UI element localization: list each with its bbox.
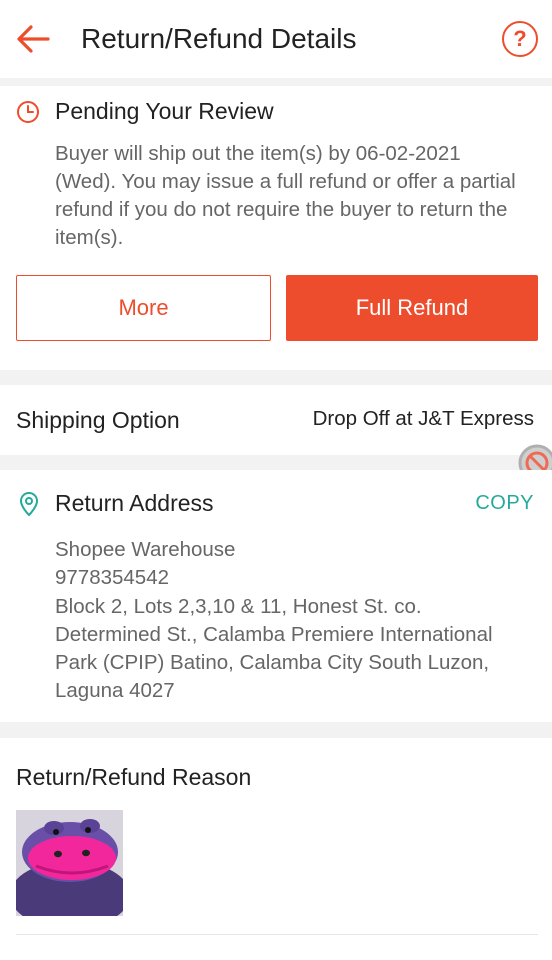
- status-title: Pending Your Review: [55, 98, 274, 124]
- divider: [16, 934, 538, 935]
- return-address-section: Return Address COPY Shopee Warehouse 977…: [0, 470, 552, 722]
- location-pin-icon: [19, 491, 39, 517]
- arrow-left-icon[interactable]: [14, 20, 52, 58]
- address-line: Park (CPIP) Batino, Calamba City South L…: [55, 651, 490, 675]
- copy-button[interactable]: COPY: [475, 492, 534, 515]
- address-line: Determined St., Calamba Premiere Interna…: [55, 622, 493, 646]
- address-line: Block 2, Lots 2,3,10 & 11, Honest St. co…: [55, 594, 422, 618]
- product-photo[interactable]: [16, 810, 123, 916]
- refund-reason-section: Return/Refund Reason: [0, 738, 552, 960]
- status-section: Pending Your Review Buyer will ship out …: [0, 86, 552, 370]
- full-refund-button[interactable]: Full Refund: [286, 275, 538, 341]
- address-line: 9778354542: [55, 566, 170, 590]
- clock-icon: [17, 101, 39, 123]
- refund-reason-title: Return/Refund Reason: [16, 764, 252, 790]
- page-title: Return/Refund Details: [81, 23, 357, 54]
- address-lines: Shopee Warehouse 9778354542 Block 2, Lot…: [55, 536, 535, 706]
- status-description: Buyer will ship out the item(s) by 06-02…: [55, 142, 516, 249]
- shipping-option-label: Shipping Option: [16, 407, 180, 433]
- help-icon[interactable]: ?: [502, 21, 538, 57]
- top-bar: Return/Refund Details ?: [0, 0, 552, 78]
- address-line: Laguna 4027: [55, 679, 175, 703]
- return-address-title: Return Address: [55, 490, 214, 516]
- shipping-option-row: Shipping Option Drop Off at J&T Express: [0, 385, 552, 455]
- address-line: Shopee Warehouse: [55, 538, 236, 561]
- more-button[interactable]: More: [16, 275, 271, 341]
- shipping-option-value: Drop Off at J&T Express: [312, 407, 534, 430]
